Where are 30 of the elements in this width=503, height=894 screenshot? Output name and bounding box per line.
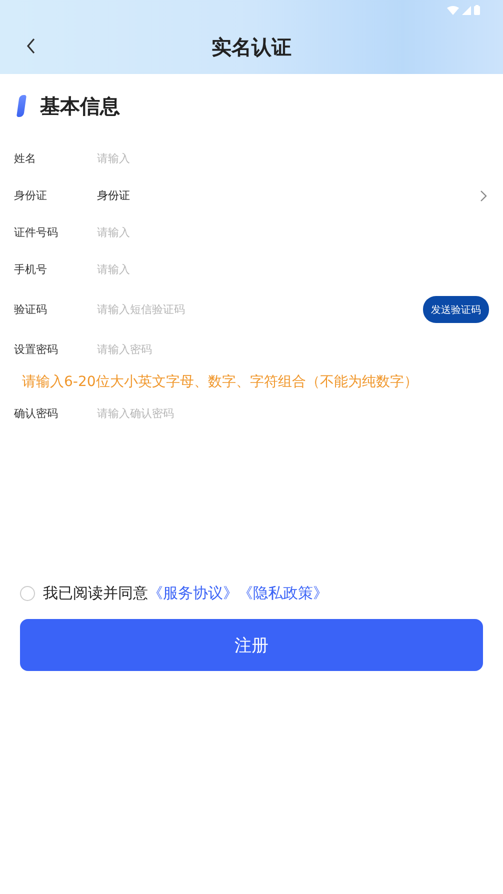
- back-icon[interactable]: [26, 38, 36, 54]
- field-label: 确认密码: [14, 406, 59, 421]
- agree-checkbox[interactable]: [20, 586, 35, 600]
- password-hint: 请输入6-20位大小英文字母、数字、字符组合（不能为纯数字）: [21, 373, 419, 392]
- wifi-icon: [447, 6, 459, 14]
- agreement-link[interactable]: 《隐私政策》: [238, 584, 328, 602]
- select-value: 身份证: [97, 188, 130, 203]
- section-title: 基本信息: [40, 92, 120, 120]
- agreement-link[interactable]: 《服务协议》: [148, 584, 238, 602]
- field-label: 设置密码: [14, 342, 59, 357]
- section-accent: [16, 95, 27, 117]
- register-button[interactable]: 注册: [20, 619, 483, 671]
- field-label: 证件号码: [14, 225, 59, 240]
- agreement-text: 我已阅读并同意: [43, 584, 148, 602]
- input-field[interactable]: 请输入确认密码: [97, 407, 489, 420]
- signal-icon: [462, 6, 471, 14]
- field-label: 验证码: [14, 302, 48, 317]
- field-label: 手机号: [14, 262, 48, 277]
- field-label: 身份证: [14, 188, 48, 203]
- input-field[interactable]: 请输入: [97, 263, 489, 276]
- select-field[interactable]: 身份证: [97, 188, 489, 203]
- page-title: 实名认证: [212, 34, 292, 60]
- input-field[interactable]: 请输入: [97, 152, 489, 165]
- field-label: 姓名: [14, 151, 37, 166]
- input-field[interactable]: 请输入短信验证码: [97, 303, 423, 316]
- input-field[interactable]: 请输入: [97, 226, 489, 239]
- send-code-button[interactable]: 发送验证码: [423, 296, 489, 323]
- input-field[interactable]: 请输入密码: [97, 343, 489, 356]
- chevron-right-icon: [480, 190, 487, 202]
- battery-icon: [474, 5, 480, 15]
